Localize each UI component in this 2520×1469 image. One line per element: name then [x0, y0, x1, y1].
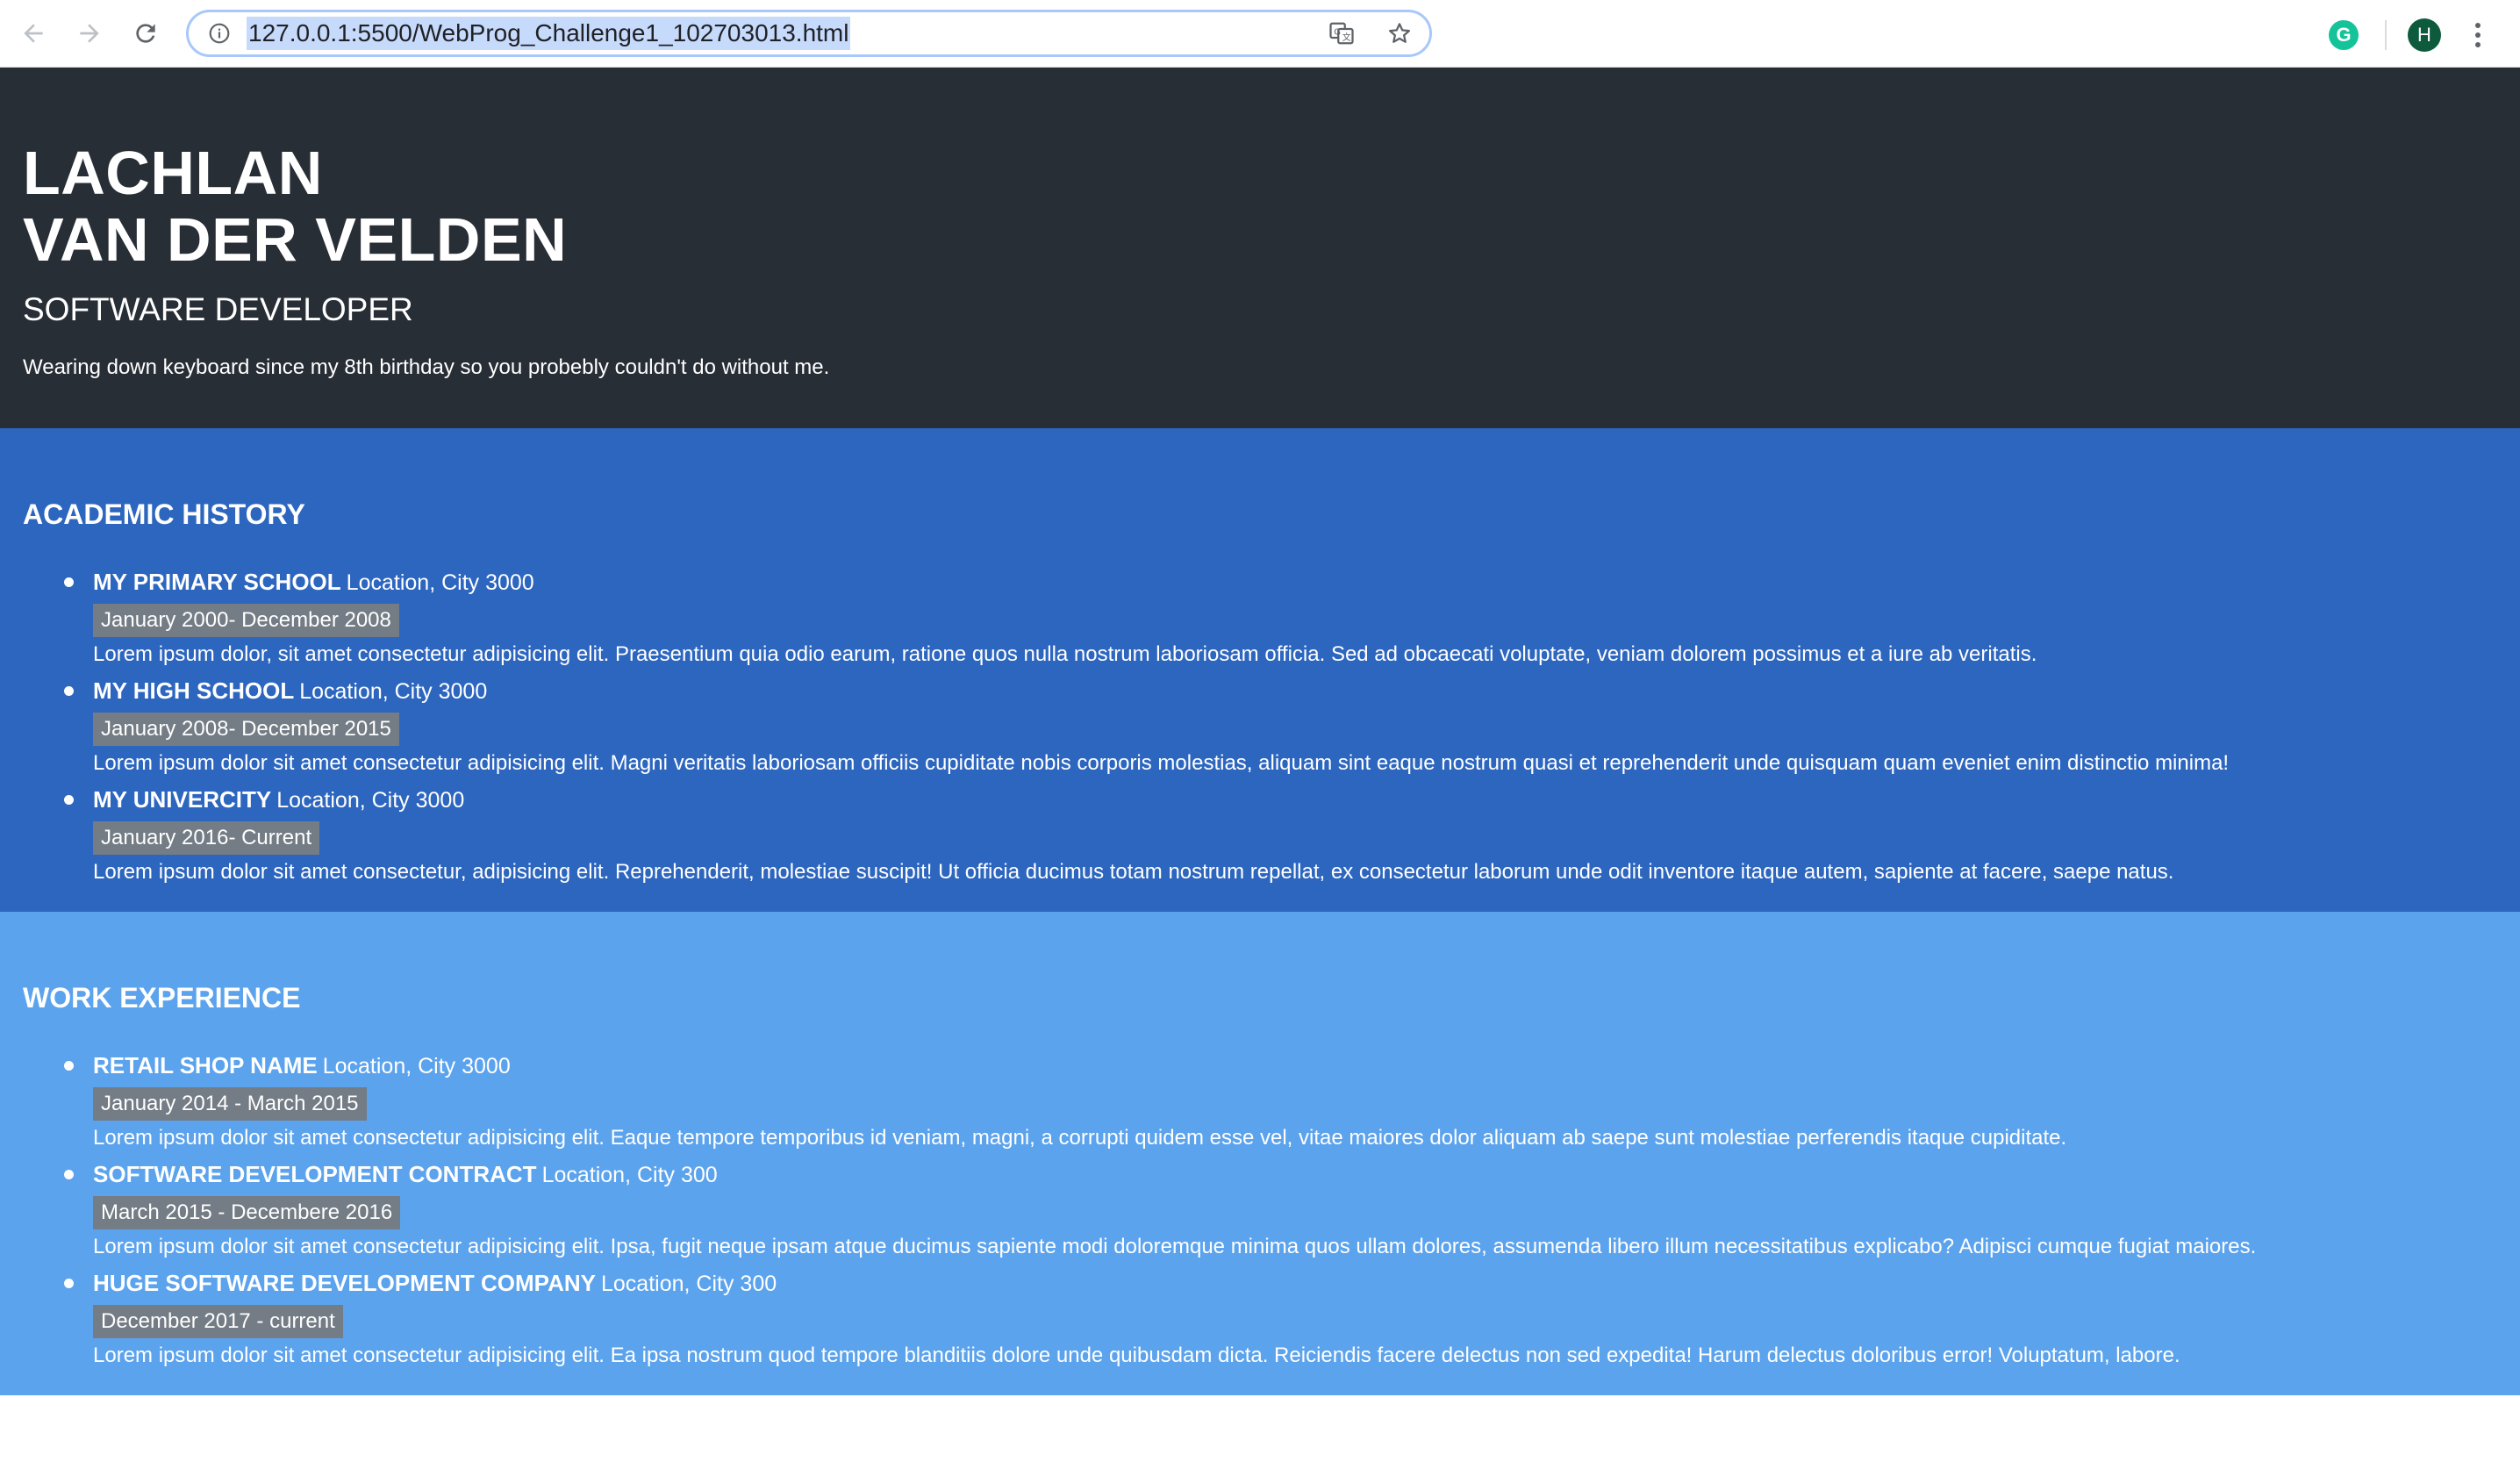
list-item: RETAIL SHOP NAME Location, City 3000 Janu… [64, 1050, 2497, 1151]
date-badge: January 2008- December 2015 [93, 713, 399, 746]
academic-heading: ACADEMIC HISTORY [23, 498, 305, 530]
hero-section: LACHLAN VAN DER VELDEN SOFTWARE DEVELOPE… [0, 68, 2520, 428]
bullet-icon [64, 1170, 74, 1179]
url-text[interactable]: 127.0.0.1:5500/WebProg_Challenge1_102703… [247, 17, 851, 50]
date-badge: January 2014 - March 2015 [93, 1087, 367, 1121]
academic-list: MY PRIMARY SCHOOL Location, City 3000 Jan… [23, 566, 2497, 885]
name-heading: LACHLAN VAN DER VELDEN [23, 140, 2497, 273]
entry-location: Location, City 3000 [322, 1054, 511, 1078]
tagline: Wearing down keyboard since my 8th birth… [23, 355, 830, 379]
bullet-icon [64, 1061, 74, 1071]
bullet-icon [64, 577, 74, 587]
work-list: RETAIL SHOP NAME Location, City 3000 Janu… [23, 1050, 2497, 1369]
date-badge: January 2000- December 2008 [93, 604, 399, 637]
entry-description: Lorem ipsum dolor sit amet consectetur a… [93, 1235, 2257, 1258]
entry-location: Location, City 3000 [346, 570, 534, 595]
entry-location: Location, City 3000 [276, 788, 465, 813]
date-badge: March 2015 - Decembere 2016 [93, 1196, 401, 1229]
entry-description: Lorem ipsum dolor sit amet consectetur, … [93, 860, 2174, 884]
extensions-area: G H [2329, 18, 2488, 53]
job-title: SOFTWARE DEVELOPER [23, 291, 413, 327]
reload-button[interactable] [121, 9, 170, 58]
bullet-icon [64, 795, 74, 805]
site-info-icon[interactable] [206, 20, 233, 47]
entry-description: Lorem ipsum dolor sit amet consectetur a… [93, 1126, 2067, 1150]
svg-text:G: G [1334, 27, 1341, 37]
back-button[interactable] [9, 9, 58, 58]
browser-toolbar: 127.0.0.1:5500/WebProg_Challenge1_102703… [0, 0, 2520, 68]
grammarly-extension-icon[interactable]: G [2329, 20, 2359, 50]
profile-avatar[interactable]: H [2408, 18, 2441, 52]
entry-title: MY PRIMARY SCHOOL [93, 569, 341, 595]
list-item: MY PRIMARY SCHOOL Location, City 3000 Jan… [64, 566, 2497, 668]
date-badge: January 2016- Current [93, 821, 320, 855]
work-experience-section: WORK EXPERIENCE RETAIL SHOP NAME Location… [0, 912, 2520, 1395]
entry-title: MY HIGH SCHOOL [93, 677, 295, 704]
entry-title: RETAIL SHOP NAME [93, 1052, 318, 1078]
work-heading: WORK EXPERIENCE [23, 982, 301, 1014]
list-item: MY HIGH SCHOOL Location, City 3000 Januar… [64, 675, 2497, 777]
arrow-right-icon [80, 24, 99, 43]
menu-kebab-icon[interactable] [2467, 18, 2488, 53]
date-badge: December 2017 - current [93, 1305, 343, 1338]
academic-history-section: ACADEMIC HISTORY MY PRIMARY SCHOOL Locati… [0, 428, 2520, 912]
entry-description: Lorem ipsum dolor sit amet consectetur a… [93, 751, 2230, 775]
list-item: MY UNIVERCITY Location, City 3000 January… [64, 784, 2497, 885]
bullet-icon [64, 686, 74, 696]
entry-description: Lorem ipsum dolor sit amet consectetur a… [93, 1344, 2180, 1367]
entry-location: Location, City 3000 [299, 679, 488, 704]
list-item: SOFTWARE DEVELOPMENT CONTRACT Location, C… [64, 1158, 2497, 1260]
bullet-icon [64, 1279, 74, 1288]
entry-location: Location, City 300 [601, 1272, 777, 1296]
entry-title: SOFTWARE DEVELOPMENT CONTRACT [93, 1161, 537, 1187]
svg-text:文: 文 [1342, 32, 1351, 43]
translate-icon[interactable]: G文 [1328, 19, 1356, 47]
forward-button[interactable] [65, 9, 114, 58]
entry-title: MY UNIVERCITY [93, 786, 272, 813]
entry-description: Lorem ipsum dolor, sit amet consectetur … [93, 642, 2037, 666]
reload-icon [136, 24, 155, 43]
name-first-line: LACHLAN [23, 139, 323, 207]
list-item: HUGE SOFTWARE DEVELOPMENT COMPANY Locatio… [64, 1267, 2497, 1369]
entry-location: Location, City 300 [541, 1163, 718, 1187]
name-second-line: VAN DER VELDEN [23, 205, 568, 274]
bookmark-star-icon[interactable] [1385, 19, 1414, 47]
toolbar-divider [2385, 20, 2387, 50]
address-bar[interactable]: 127.0.0.1:5500/WebProg_Challenge1_102703… [186, 10, 1432, 57]
arrow-left-icon [24, 24, 43, 43]
entry-title: HUGE SOFTWARE DEVELOPMENT COMPANY [93, 1270, 596, 1296]
